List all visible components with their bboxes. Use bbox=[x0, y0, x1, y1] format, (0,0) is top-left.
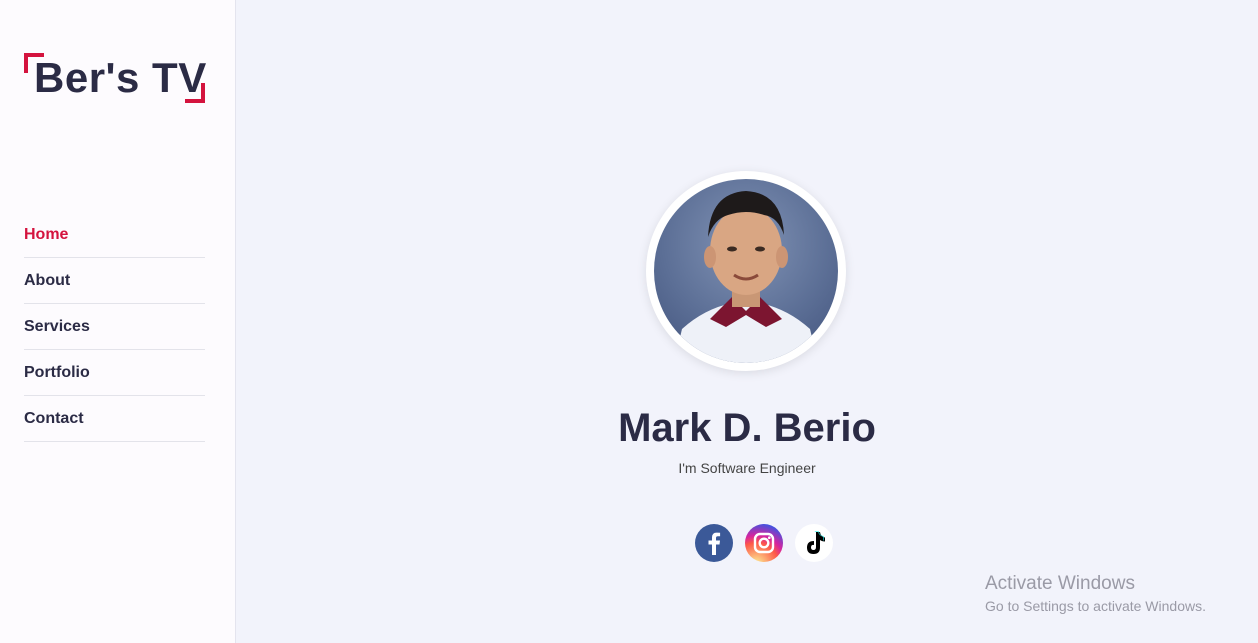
nav-item-home[interactable]: Home bbox=[24, 212, 205, 258]
main-content: Mark D. Berio I'm Software Engineer bbox=[236, 0, 1258, 643]
profile-role: I'm Software Engineer bbox=[678, 460, 816, 476]
watermark-title: Activate Windows bbox=[985, 573, 1135, 594]
profile-name: Mark D. Berio bbox=[618, 406, 876, 450]
sidebar: Ber's TV Home About Services Portfolio C… bbox=[0, 0, 236, 643]
social-links bbox=[695, 524, 833, 562]
avatar bbox=[654, 179, 838, 363]
nav-item-portfolio[interactable]: Portfolio bbox=[24, 350, 205, 396]
site-logo[interactable]: Ber's TV bbox=[24, 53, 207, 103]
tiktok-icon[interactable] bbox=[795, 524, 833, 562]
profile-photo bbox=[674, 191, 818, 363]
windows-activation-watermark: Activate Windows Go to Settings to activ… bbox=[985, 572, 1206, 616]
nav-item-about[interactable]: About bbox=[24, 258, 205, 304]
watermark-subtitle: Go to Settings to activate Windows. bbox=[985, 598, 1206, 614]
main-nav: Home About Services Portfolio Contact bbox=[24, 212, 205, 442]
avatar-frame bbox=[646, 171, 846, 371]
facebook-icon[interactable] bbox=[695, 524, 733, 562]
logo-corner-bottom-right bbox=[185, 83, 205, 103]
instagram-icon[interactable] bbox=[745, 524, 783, 562]
nav-item-contact[interactable]: Contact bbox=[24, 396, 205, 442]
logo-text: Ber's TV bbox=[34, 54, 207, 101]
nav-item-services[interactable]: Services bbox=[24, 304, 205, 350]
